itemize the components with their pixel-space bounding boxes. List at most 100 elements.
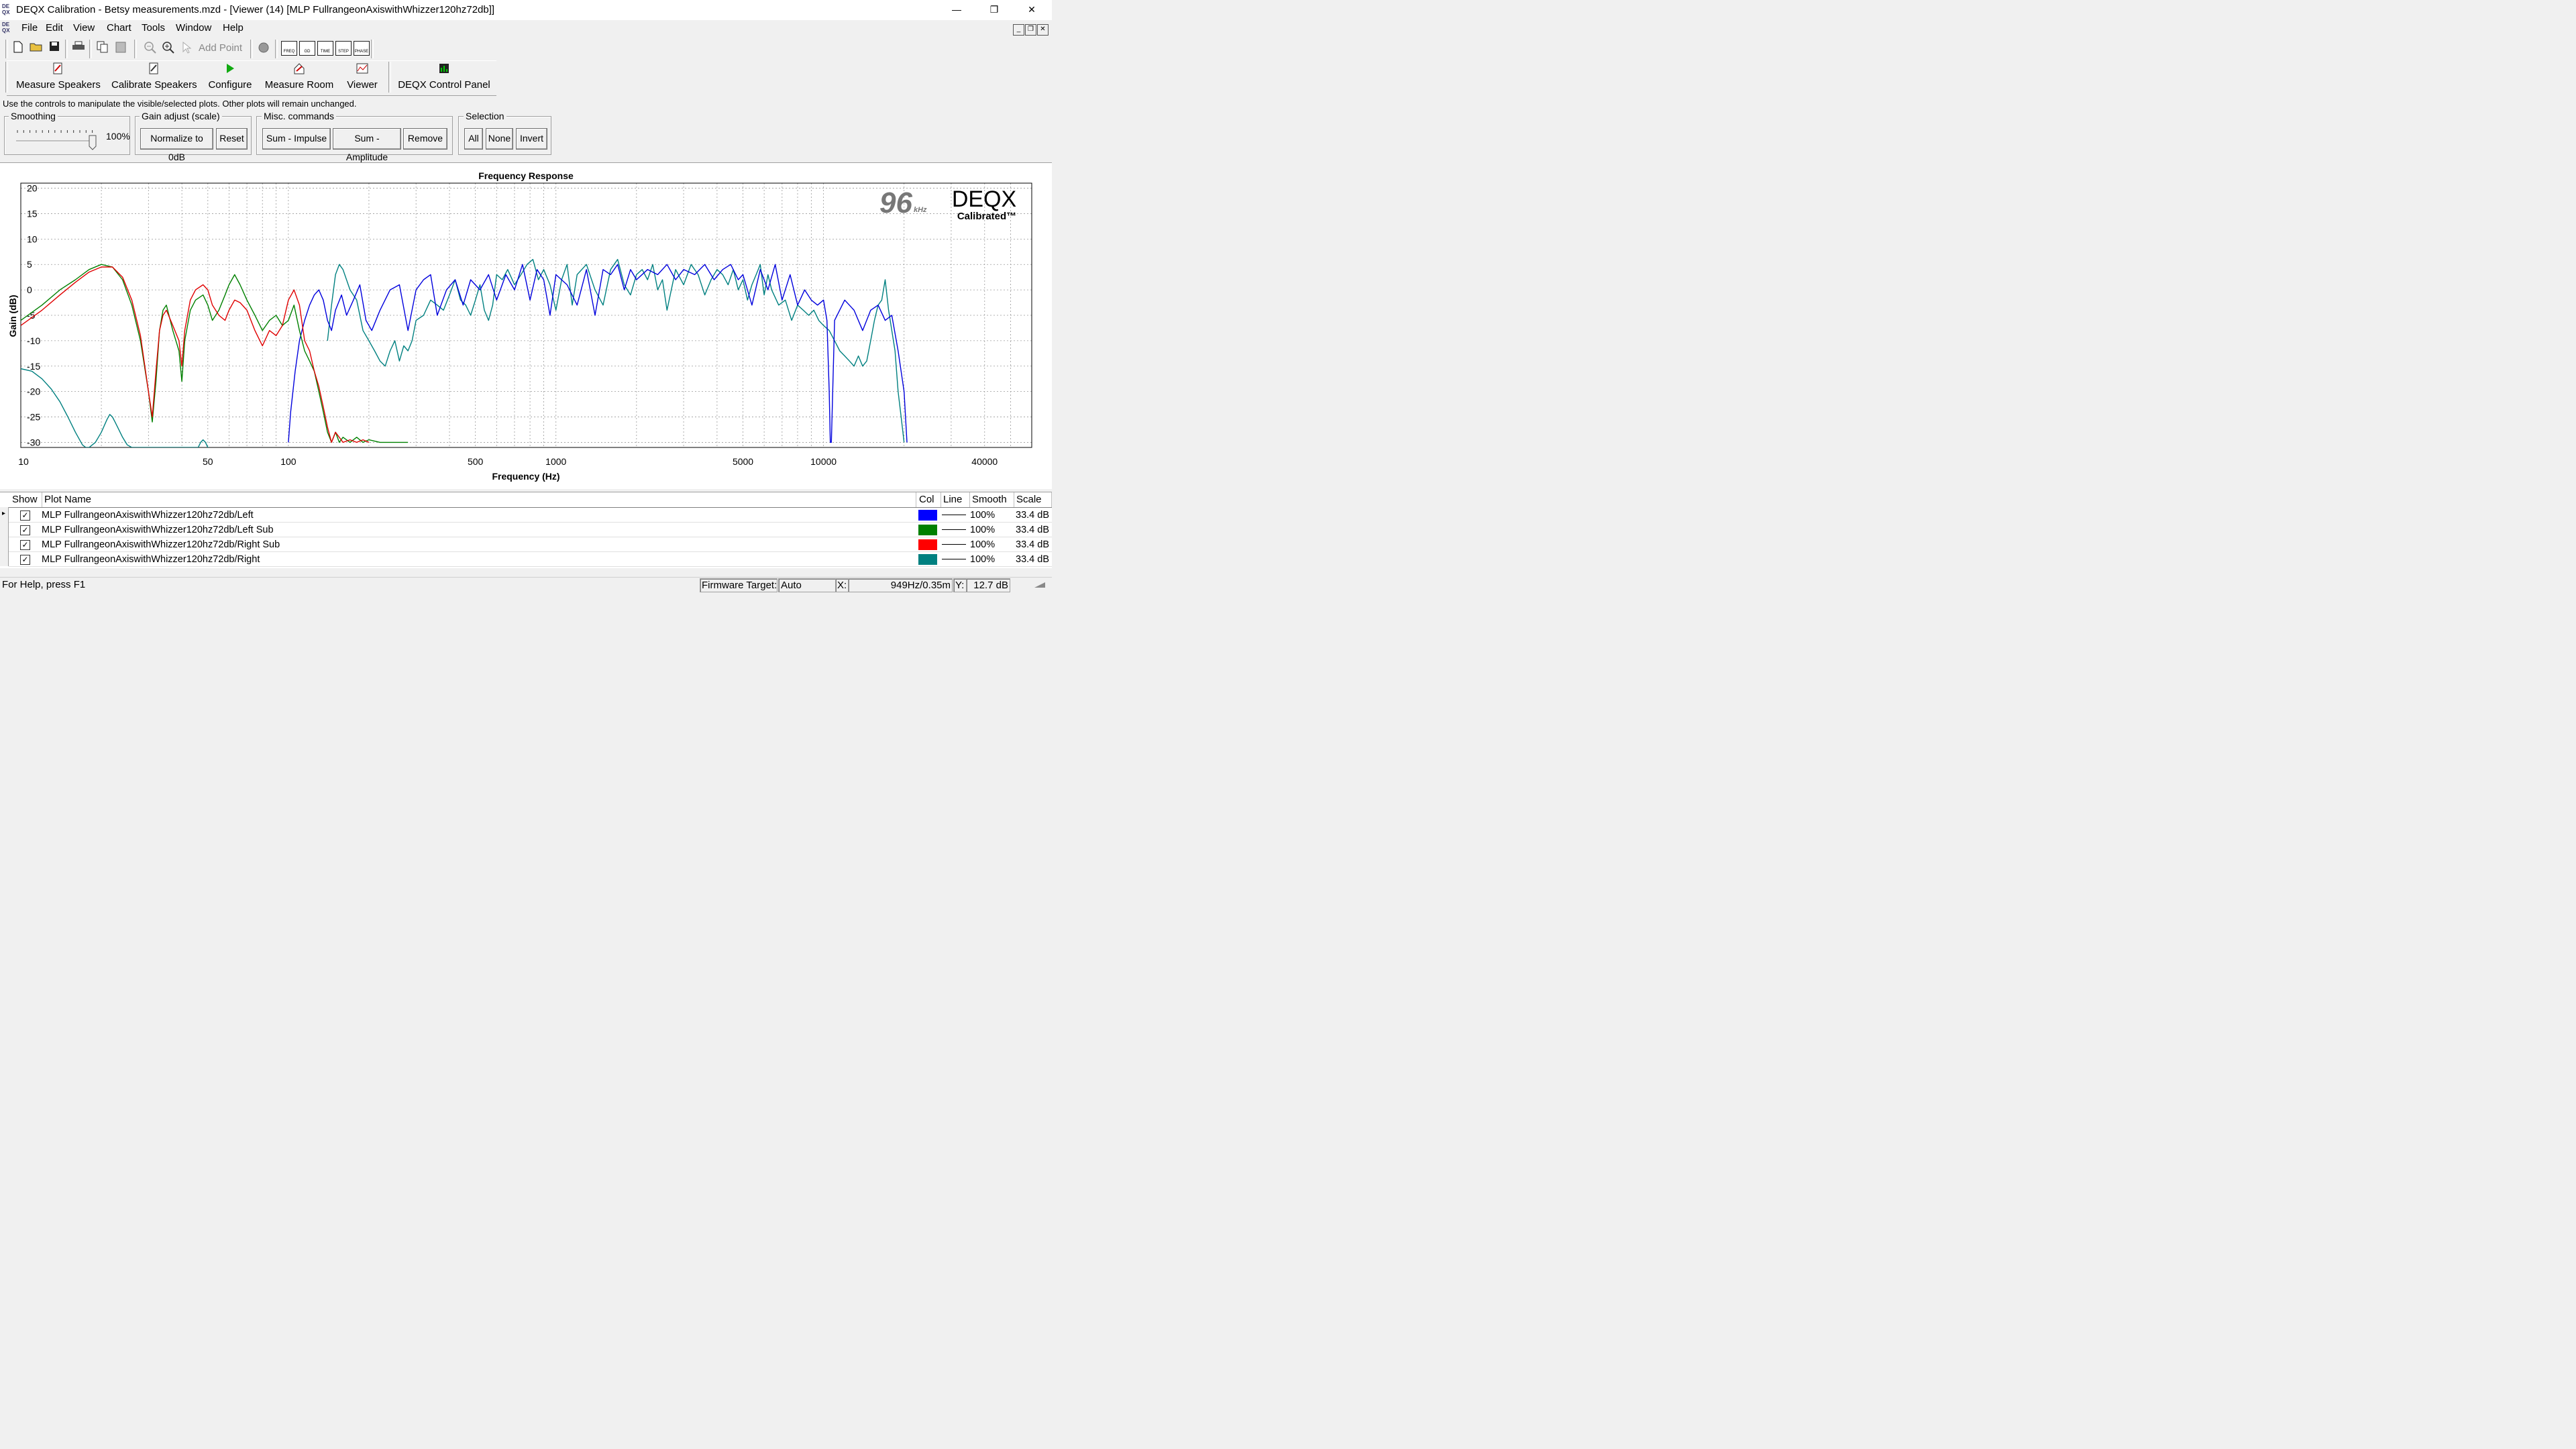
color-swatch[interactable]	[918, 525, 937, 535]
scale-cell[interactable]: 33.4 dB	[1016, 552, 1049, 567]
show-checkbox[interactable]: ✓	[20, 555, 30, 565]
plot-name-cell[interactable]: MLP FullrangeonAxiswithWhizzer120hz72db/…	[42, 508, 254, 523]
menu-window[interactable]: Window	[176, 22, 211, 34]
y-tick-label: -25	[27, 412, 40, 423]
select-none-button[interactable]: None	[486, 128, 513, 150]
freq-chart-button[interactable]: FREQ	[281, 41, 297, 56]
y-tick-label: 10	[27, 233, 38, 244]
open-folder-icon[interactable]	[29, 41, 44, 56]
reset-gain-button[interactable]: Reset	[216, 128, 248, 150]
menu-help[interactable]: Help	[223, 22, 244, 34]
chart-panel[interactable]: Frequency Response 20 15 10 5 0 -5 -10 -15 -20 -2…	[0, 162, 1052, 489]
chart-title: Frequency Response	[478, 170, 574, 181]
smooth-cell[interactable]: 100%	[970, 523, 995, 537]
menu-edit[interactable]: Edit	[46, 22, 63, 34]
toolbar-separator	[371, 40, 374, 58]
header-line[interactable]: Line	[941, 492, 970, 507]
header-smooth[interactable]: Smooth	[970, 492, 1014, 507]
color-swatch[interactable]	[918, 539, 937, 550]
sum-amplitude-button[interactable]: Sum - Amplitude	[333, 128, 401, 162]
normalize-button[interactable]: Normalize to 0dB	[140, 128, 213, 162]
firmware-value: Auto	[778, 578, 836, 592]
scale-cell[interactable]: 33.4 dB	[1016, 508, 1049, 523]
mdi-restore-button[interactable]: ❐	[1025, 24, 1036, 36]
control-panel-icon	[397, 62, 491, 79]
calibrate-speakers-button[interactable]: Calibrate Speakers	[111, 62, 197, 94]
scale-cell[interactable]: 33.4 dB	[1016, 523, 1049, 537]
mdi-minimize-button[interactable]: _	[1013, 24, 1024, 36]
show-checkbox[interactable]: ✓	[20, 525, 30, 535]
show-checkbox[interactable]: ✓	[20, 511, 30, 521]
show-checkbox[interactable]: ✓	[20, 540, 30, 550]
mdi-close-button[interactable]: ✕	[1037, 24, 1049, 36]
x-tick-label: 5000	[733, 456, 753, 467]
y-tick-label: -30	[27, 437, 40, 447]
new-file-icon[interactable]	[11, 41, 25, 56]
menu-file[interactable]: File	[21, 22, 38, 34]
y-tick-label: 15	[27, 208, 38, 219]
plot-name-cell[interactable]: MLP FullrangeonAxiswithWhizzer120hz72db/…	[42, 552, 260, 567]
configure-button[interactable]: Configure	[207, 62, 254, 94]
gd-chart-button[interactable]: GD	[299, 41, 315, 56]
resize-grip-icon	[1031, 578, 1049, 591]
logo-rate: 96	[879, 186, 912, 219]
logo-rate-unit: kHz	[914, 206, 927, 214]
header-scale[interactable]: Scale	[1014, 492, 1052, 507]
invert-selection-button[interactable]: Invert	[516, 128, 547, 150]
series-group	[21, 258, 908, 447]
color-swatch[interactable]	[918, 510, 937, 521]
measure-room-button[interactable]: Measure Room	[264, 62, 334, 94]
header-col[interactable]: Col	[917, 492, 941, 507]
toolbar-separator	[250, 40, 253, 58]
step-chart-button[interactable]: STEP	[335, 41, 352, 56]
current-row-icon: ▸	[2, 510, 6, 517]
measure-room-label: Measure Room	[264, 79, 334, 91]
paste-icon[interactable]	[113, 41, 128, 56]
print-icon[interactable]	[71, 41, 86, 56]
app-icon: DE QX	[2, 3, 10, 15]
viewer-button[interactable]: Viewer	[345, 62, 380, 94]
calibrate-speakers-label: Calibrate Speakers	[111, 79, 197, 91]
smoothing-slider[interactable]	[15, 127, 98, 150]
zoom-in-icon[interactable]	[161, 41, 176, 56]
header-plot-name[interactable]: Plot Name	[42, 492, 916, 507]
status-help: For Help, press F1	[2, 579, 86, 590]
x-coord-value: 949Hz/0.35m	[848, 578, 953, 592]
zoom-out-icon[interactable]	[143, 41, 158, 56]
sum-impulse-button[interactable]: Sum - Impulse	[262, 128, 331, 150]
menu-chart[interactable]: Chart	[107, 22, 131, 34]
menu-tools[interactable]: Tools	[142, 22, 165, 34]
y-coord-value: 12.7 dB	[966, 578, 1010, 592]
line-style-sample[interactable]	[942, 544, 966, 545]
smooth-cell[interactable]: 100%	[970, 508, 995, 523]
add-point-button[interactable]: Add Point	[199, 42, 242, 54]
y-tick-label: -15	[27, 361, 40, 372]
plot-name-cell[interactable]: MLP FullrangeonAxiswithWhizzer120hz72db/…	[42, 537, 280, 552]
select-all-button[interactable]: All	[464, 128, 483, 150]
scale-cell[interactable]: 33.4 dB	[1016, 537, 1049, 552]
plot-name-cell[interactable]: MLP FullrangeonAxiswithWhizzer120hz72db/…	[42, 523, 274, 537]
y-tick-label: -20	[27, 386, 40, 397]
measure-speakers-button[interactable]: Measure Speakers	[16, 62, 101, 94]
menu-view[interactable]: View	[73, 22, 95, 34]
minimize-button[interactable]: —	[947, 3, 967, 16]
color-swatch[interactable]	[918, 554, 937, 565]
restore-button[interactable]: ❐	[984, 3, 1004, 16]
y-coord-label: Y:	[953, 578, 967, 592]
remove-button[interactable]: Remove	[403, 128, 447, 150]
frequency-response-chart[interactable]: Frequency Response 20151050-5-10-15-20-2…	[0, 163, 1052, 489]
time-chart-button[interactable]: TIME	[317, 41, 333, 56]
speaker-tool-icon[interactable]	[256, 41, 271, 56]
deqx-control-panel-button[interactable]: DEQX Control Panel	[397, 62, 491, 94]
logo-sub: Calibrated™	[957, 211, 1016, 222]
x-tick-label: 10	[18, 456, 29, 467]
header-show[interactable]: Show	[10, 492, 42, 507]
cursor-icon[interactable]	[180, 41, 195, 56]
phase-chart-button[interactable]: PHASE	[354, 41, 370, 56]
line-style-sample[interactable]	[942, 529, 966, 530]
save-icon[interactable]	[47, 41, 62, 56]
smooth-cell[interactable]: 100%	[970, 537, 995, 552]
copy-icon[interactable]	[95, 41, 110, 56]
close-button[interactable]: ✕	[1022, 3, 1042, 16]
smooth-cell[interactable]: 100%	[970, 552, 995, 567]
